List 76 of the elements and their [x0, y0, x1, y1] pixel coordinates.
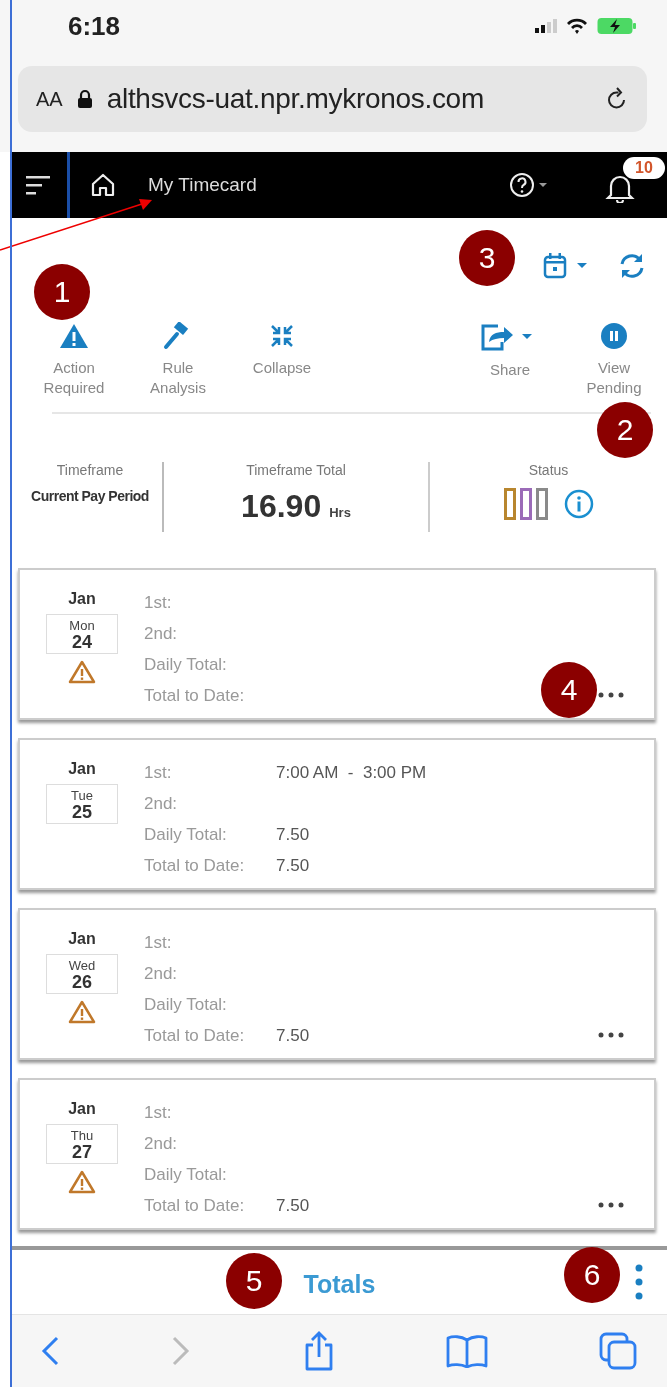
hours-unit: Hrs — [329, 505, 351, 520]
more-vertical-icon[interactable] — [635, 1264, 643, 1300]
month-label: Jan — [68, 760, 96, 778]
row-label: 1st: — [144, 932, 173, 953]
toolbar-button[interactable]: Rule Analysis — [126, 322, 230, 398]
bookmarks-icon[interactable] — [445, 1334, 488, 1368]
page-title: My Timecard — [148, 174, 258, 196]
day-card[interactable]: Jan Thu 27 1st: 2nd: Daily Total: Total to Date: 7.50 — [18, 1078, 656, 1230]
toolbar-button[interactable]: Action Required — [22, 322, 126, 398]
row-label: Total to Date: — [144, 1025, 246, 1046]
row-value: 7.50 — [276, 1025, 310, 1046]
toolbar-button[interactable]: Collapse — [230, 322, 334, 398]
row-value: 7.50 — [276, 824, 310, 845]
date-box: Mon 24 — [46, 614, 118, 654]
row-label: 1st: — [144, 1102, 173, 1123]
toolbar-button[interactable]: Share — [458, 322, 562, 398]
numbered-callout: 4 — [541, 662, 597, 718]
tabs-icon[interactable] — [599, 1332, 637, 1370]
more-icon[interactable] — [598, 692, 624, 698]
date-box: Thu 27 — [46, 1124, 118, 1164]
url-text: althsvcs-uat.npr.mykronos.com — [106, 83, 485, 115]
wifi-icon — [565, 17, 589, 35]
more-icon[interactable] — [598, 1032, 624, 1038]
row-label: Daily Total: — [144, 824, 228, 845]
address-bar[interactable]: AA althsvcs-uat.npr.mykronos.com — [18, 66, 647, 132]
row-label: 1st: — [144, 762, 173, 783]
total-label: Timeframe Total — [246, 462, 346, 478]
row-label: 1st: — [144, 592, 173, 613]
warning-icon — [68, 660, 96, 684]
row-label: Total to Date: — [144, 1195, 246, 1216]
home-icon[interactable] — [90, 172, 116, 198]
more-icon[interactable] — [598, 1202, 624, 1208]
row-label: Total to Date: — [144, 685, 246, 706]
row-value: 7:00 AM - 3:00 PM — [276, 762, 427, 783]
notification-badge: 10 — [623, 157, 665, 179]
status-label: Status — [528, 462, 569, 478]
row-label: Daily Total: — [144, 654, 228, 675]
row-label: Total to Date: — [144, 855, 246, 876]
menu-icon — [25, 175, 52, 195]
warning-icon — [68, 1000, 96, 1024]
text-size-button[interactable]: AA — [36, 87, 63, 111]
row-label: Daily Total: — [144, 994, 228, 1015]
row-label: Daily Total: — [144, 1164, 228, 1185]
back-icon[interactable] — [40, 1335, 60, 1367]
numbered-callout: 1 — [34, 264, 90, 320]
timeframe-label: Timeframe — [56, 462, 124, 478]
row-label: 2nd: — [144, 623, 179, 644]
row-label: 2nd: — [144, 963, 179, 984]
month-label: Jan — [68, 1100, 96, 1118]
row-value: 7.50 — [276, 1195, 310, 1216]
toolbar-button[interactable]: View Pending — [562, 322, 666, 398]
lock-icon — [76, 89, 93, 109]
numbered-callout: 3 — [459, 230, 515, 286]
warning-icon — [68, 1170, 96, 1194]
signal-icon — [535, 19, 557, 33]
date-box: Wed 26 — [46, 954, 118, 994]
clock-time: 6:18 — [68, 10, 121, 42]
pause-icon — [600, 322, 628, 350]
timeframe-selector[interactable]: Current Pay Period — [31, 488, 149, 504]
day-card[interactable]: Jan Tue 25 1st: 7:00 AM - 3:00 PM 2nd: Daily Total: 7.50 Total to Date: 7.50 — [18, 738, 656, 890]
forward-icon — [171, 1335, 192, 1367]
total-hours: 16.90 — [241, 488, 322, 525]
warning-icon — [59, 322, 89, 350]
numbered-callout: 6 — [564, 1247, 620, 1303]
info-icon[interactable] — [563, 489, 594, 519]
help-icon[interactable] — [509, 172, 549, 198]
month-label: Jan — [68, 590, 96, 608]
row-label: 2nd: — [144, 1133, 179, 1154]
month-label: Jan — [68, 930, 96, 948]
row-label: 2nd: — [144, 793, 179, 814]
row-value: 7.50 — [276, 855, 310, 876]
numbered-callout: 5 — [226, 1253, 282, 1309]
numbered-callout: 2 — [597, 402, 653, 458]
date-box: Tue 25 — [46, 784, 118, 824]
day-card[interactable]: Jan Wed 26 1st: 2nd: Daily Total: Total to Date: 7.50 — [18, 908, 656, 1060]
battery-icon — [597, 17, 637, 35]
